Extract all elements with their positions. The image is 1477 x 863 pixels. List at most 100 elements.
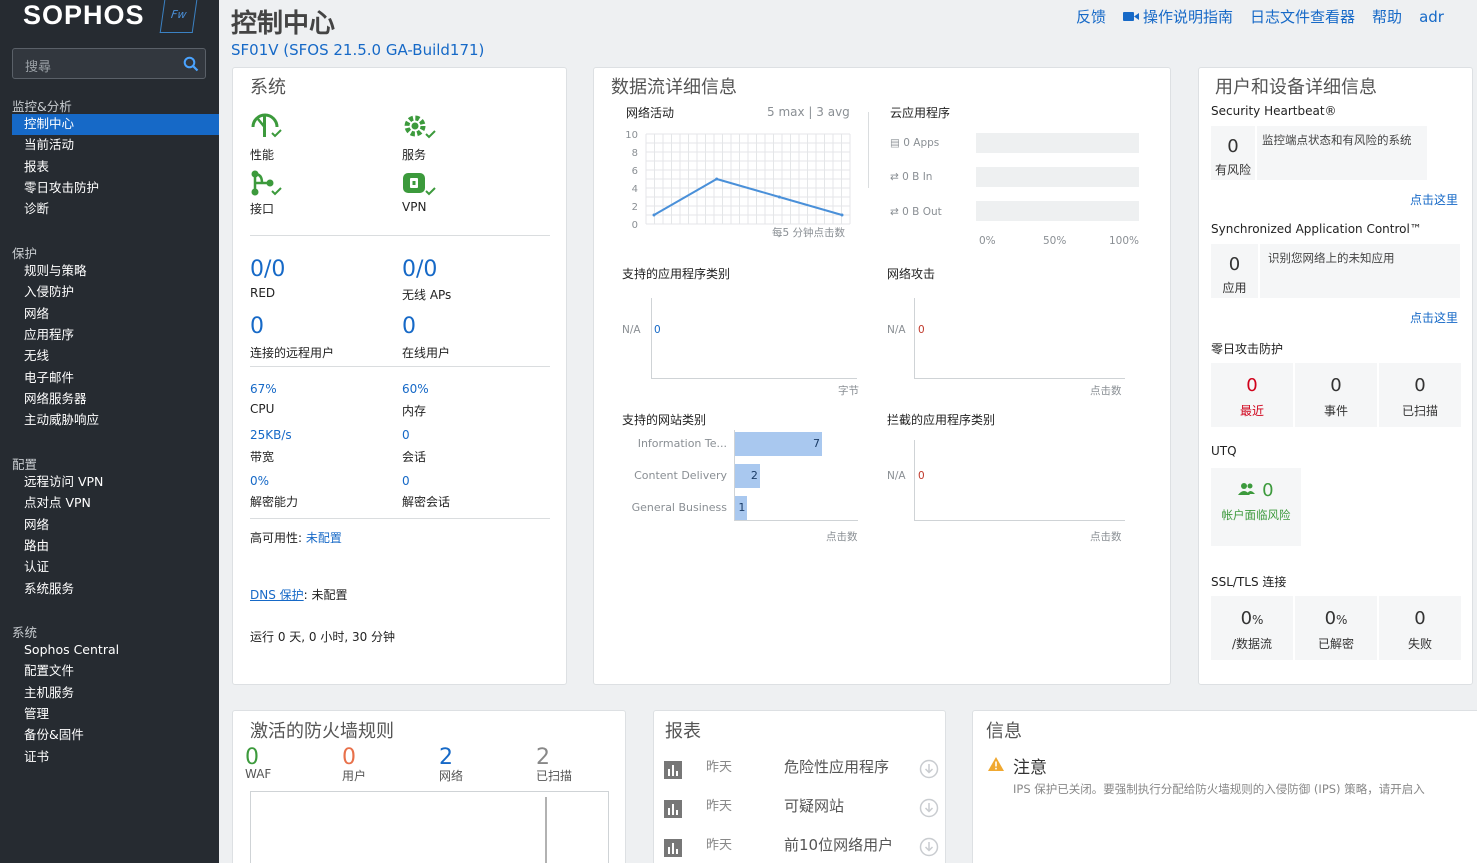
decrypt-capacity-label: 解密能力 [250, 495, 299, 509]
wireless-aps-value[interactable]: 0/0 [402, 257, 437, 282]
net-x-label: 每5 分钟点击数 [772, 227, 846, 239]
admin-menu[interactable]: adr [1419, 8, 1444, 26]
nav-item-zero-day[interactable]: 零日攻击防护 [12, 178, 219, 199]
sac-click-here[interactable]: 点击这里 [1410, 309, 1458, 326]
vpn-tile[interactable]: VPN [402, 169, 436, 214]
network-activity-title[interactable]: 网络活动 [626, 104, 674, 121]
nav-item-diagnostics[interactable]: 诊断 [12, 199, 219, 220]
search-input[interactable]: 搜尋 [12, 48, 206, 79]
network-attacks-title[interactable]: 网络攻击 [887, 265, 935, 282]
zero-day-recent-label: 最近 [1239, 404, 1264, 418]
sac-apps-tile[interactable]: 0 应用 [1211, 244, 1258, 298]
report-row[interactable]: 昨天 可疑网站 [664, 791, 944, 829]
nav-item-system-services[interactable]: 系统服务 [12, 579, 219, 600]
nav-item-email[interactable]: 电子邮件 [12, 368, 219, 389]
decrypt-sessions-value[interactable]: 0 [402, 474, 410, 488]
app-categories-title[interactable]: 支持的应用程序类别 [622, 265, 730, 282]
nav-item-applications[interactable]: 应用程序 [12, 325, 219, 346]
nav-item-web[interactable]: 网络 [12, 304, 219, 325]
cloud-apps-title[interactable]: 云应用程序 [890, 104, 950, 121]
fw-user-stat[interactable]: 0 用户 [342, 745, 366, 784]
bandwidth-value[interactable]: 25KB/s [250, 428, 292, 442]
web-categories-title[interactable]: 支持的网站类别 [622, 411, 706, 428]
online-users-value[interactable]: 0 [402, 314, 416, 339]
heartbeat-risk-tile[interactable]: 0 有风险 [1211, 126, 1255, 180]
download-icon[interactable] [919, 759, 939, 779]
nav-item-control-center[interactable]: 控制中心 [12, 114, 219, 135]
nav-item-remote-vpn[interactable]: 远程访问 VPN [12, 472, 219, 493]
nav-item-sophos-central[interactable]: Sophos Central [12, 640, 219, 661]
nav-section-configure: 配置 [12, 457, 38, 472]
sophos-logo[interactable]: SOPHOS [23, 0, 145, 31]
cpu-value[interactable]: 67% [250, 382, 277, 396]
nav-item-hosts-services[interactable]: 主机服务 [12, 683, 219, 704]
firewall-rules-chart[interactable] [250, 791, 610, 863]
nav-item-profiles[interactable]: 配置文件 [12, 661, 219, 682]
nav-item-site-vpn[interactable]: 点对点 VPN [12, 493, 219, 514]
system-card-title: 系统 [250, 77, 286, 98]
fw-waf-stat[interactable]: 0 WAF [245, 745, 271, 781]
zero-day-incidents-tile[interactable]: 0 事件 [1295, 363, 1377, 427]
ssl-failed-tile[interactable]: 0 失败 [1379, 596, 1461, 660]
ssl-title: SSL/TLS 连接 [1211, 575, 1287, 589]
remote-users-value[interactable]: 0 [250, 314, 264, 339]
reports-title: 报表 [665, 721, 701, 742]
vpn-label: VPN [402, 200, 427, 214]
web-category-bar[interactable] [735, 432, 822, 456]
red-value[interactable]: 0/0 [250, 257, 285, 282]
network-attacks-value: 0 [918, 324, 925, 336]
decrypt-capacity-value[interactable]: 0% [250, 474, 269, 488]
nav-item-rules[interactable]: 规则与策略 [12, 261, 219, 282]
nav-item-auth[interactable]: 认证 [12, 557, 219, 578]
download-icon[interactable] [919, 798, 939, 818]
download-icon[interactable] [919, 837, 939, 857]
nav-item-administration[interactable]: 管理 [12, 704, 219, 725]
ha-link[interactable]: 未配置 [306, 531, 342, 545]
nav-item-web-server[interactable]: 网络服务器 [12, 389, 219, 410]
utq-tile[interactable]: 0 帐户面临风险 [1211, 468, 1301, 546]
dns-protection-link[interactable]: DNS 保护 [250, 588, 304, 602]
services-tile[interactable]: 服务 [402, 113, 436, 163]
nav-item-network[interactable]: 网络 [12, 515, 219, 536]
report-name[interactable]: 可疑网站 [784, 795, 844, 816]
search-icon[interactable] [183, 56, 199, 72]
report-name[interactable]: 危险性应用程序 [784, 756, 889, 777]
nav-item-ips[interactable]: 入侵防护 [12, 282, 219, 303]
performance-tile[interactable]: 性能 [250, 113, 282, 163]
nav-item-wireless[interactable]: 无线 [12, 346, 219, 367]
nav-item-routing[interactable]: 路由 [12, 536, 219, 557]
ssl-decrypted-tile[interactable]: 0% 已解密 [1295, 596, 1377, 660]
report-row[interactable]: 昨天 危险性应用程序 [664, 752, 944, 790]
network-activity-chart[interactable]: 10 8 6 4 2 0 [620, 126, 856, 240]
cloud-tick-0: 0% [979, 235, 996, 247]
web-category-label: Content Delivery [634, 469, 727, 482]
report-chart-icon [664, 800, 682, 818]
dns-value: : 未配置 [303, 588, 348, 602]
blocked-apps-na: N/A [887, 470, 906, 482]
help-link[interactable]: 帮助 [1372, 8, 1402, 26]
sessions-value[interactable]: 0 [402, 428, 410, 442]
blocked-apps-title[interactable]: 拦截的应用程序类别 [887, 411, 995, 428]
ssl-flows-tile[interactable]: 0% /数据流 [1211, 596, 1293, 660]
log-viewer-link[interactable]: 日志文件查看器 [1250, 8, 1355, 26]
web-categories-unit: 点击数 [826, 531, 858, 543]
memory-value[interactable]: 60% [402, 382, 429, 396]
firewall-rules-card: 激活的防火墙规则 0 WAF 0 用户 2 网络 2 已扫描 [232, 710, 626, 863]
zero-day-scanned-tile[interactable]: 0 已扫描 [1379, 363, 1461, 427]
nav-item-backup[interactable]: 备份&固件 [12, 725, 219, 746]
zero-day-recent-tile[interactable]: 0 最近 [1211, 363, 1293, 427]
web-category-value: 7 [813, 437, 820, 450]
fw-network-stat[interactable]: 2 网络 [439, 745, 463, 784]
report-name[interactable]: 前10位网络用户 [784, 834, 893, 855]
heartbeat-click-here[interactable]: 点击这里 [1410, 191, 1458, 208]
interfaces-tile[interactable]: 接口 [250, 169, 282, 217]
nav-item-active-threat[interactable]: 主动威胁响应 [12, 410, 219, 431]
cloud-bytes-out: 0 B Out [902, 206, 942, 218]
report-row[interactable]: 昨天 前10位网络用户 [664, 830, 944, 863]
nav-item-current-activity[interactable]: 当前活动 [12, 135, 219, 156]
how-to-guides-link[interactable]: 操作说明指南 [1143, 8, 1233, 26]
feedback-link[interactable]: 反馈 [1076, 8, 1106, 26]
nav-item-certificates[interactable]: 证书 [12, 747, 219, 768]
nav-item-reports[interactable]: 报表 [12, 157, 219, 178]
fw-scanned-stat[interactable]: 2 已扫描 [536, 745, 572, 784]
